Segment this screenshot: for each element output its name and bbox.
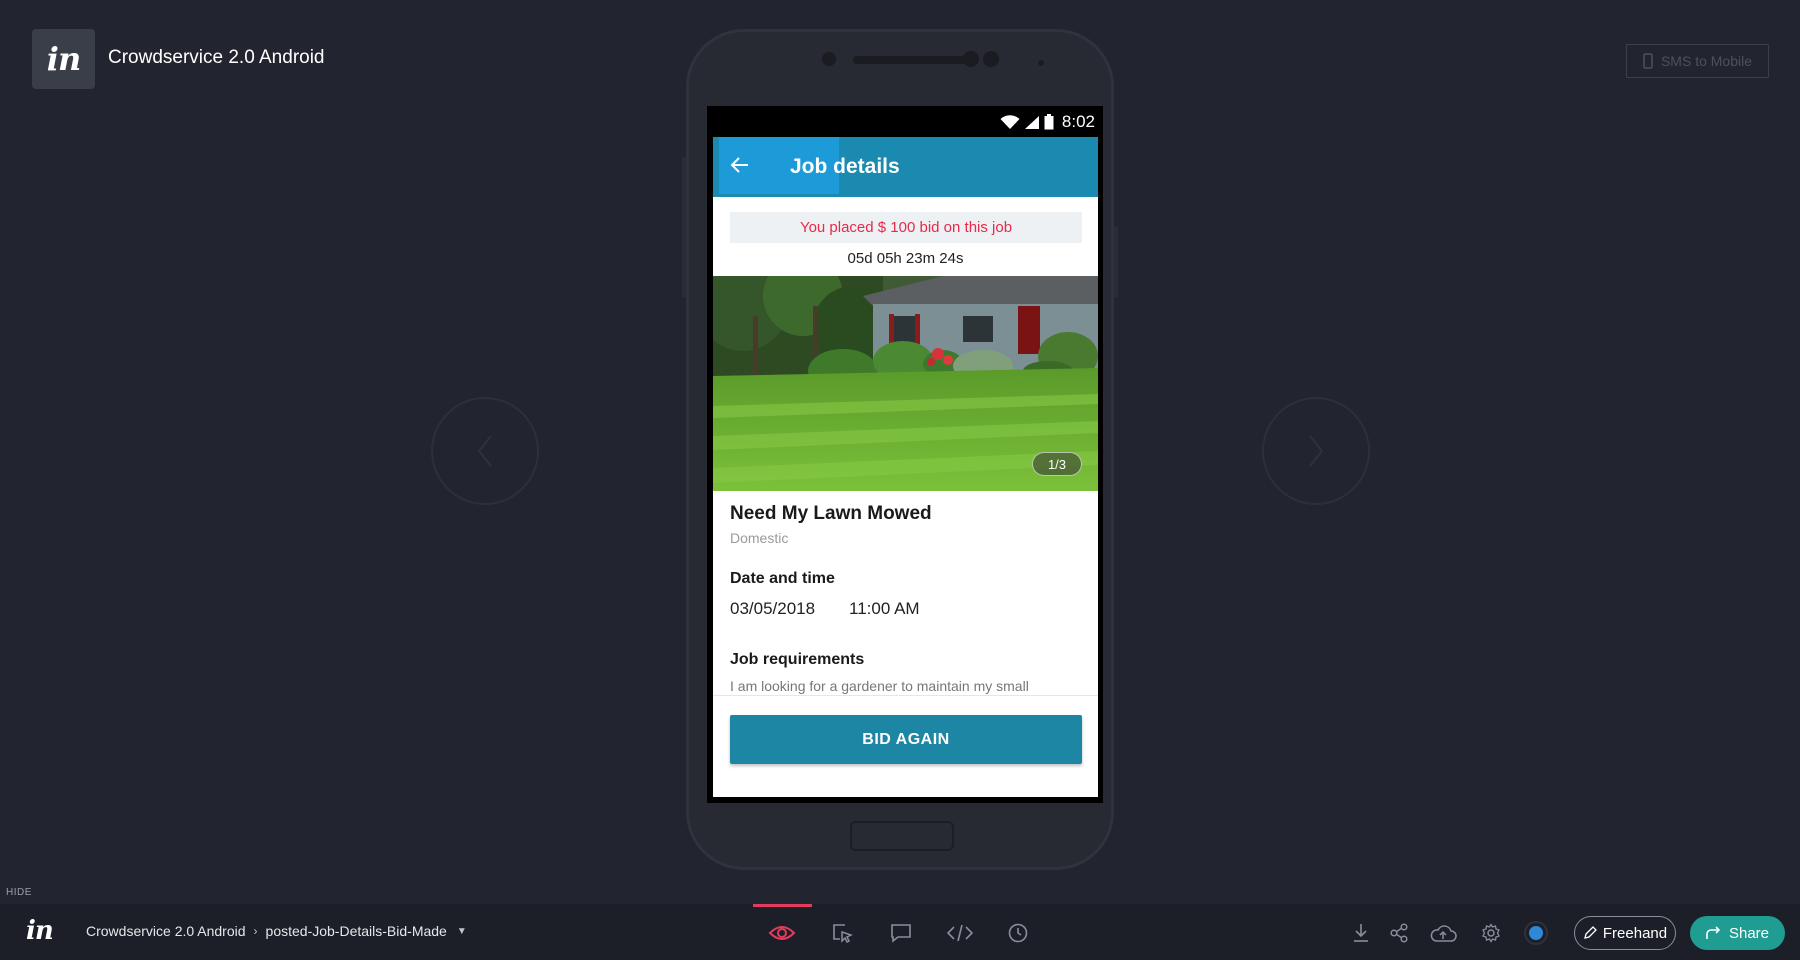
freehand-button[interactable]: Freehand — [1574, 916, 1676, 950]
share-label: Share — [1728, 924, 1770, 942]
home-button — [850, 821, 954, 851]
pen-icon — [1583, 926, 1597, 939]
freehand-label: Freehand — [1602, 924, 1668, 942]
app-content: Job details You placed $ 100 bid on this… — [713, 137, 1098, 797]
breadcrumb-project[interactable]: Crowdservice 2.0 Android — [86, 923, 246, 939]
photo-counter-badge: 1/3 — [1032, 452, 1082, 476]
status-time: 8:02 — [1061, 112, 1095, 131]
chevron-right-icon — [1309, 435, 1324, 467]
phone-led — [1038, 60, 1044, 66]
settings-button[interactable] — [1477, 919, 1505, 947]
phone-frame: 8:02 Job details You placed $ 100 bid on… — [682, 29, 1118, 870]
build-mode-button[interactable] — [828, 919, 856, 947]
share-nodes-icon — [1390, 923, 1408, 943]
phone-side-button — [682, 157, 686, 297]
sms-to-mobile-label: SMS to Mobile — [1660, 53, 1753, 69]
download-icon — [1354, 924, 1368, 942]
phone-sensor — [963, 51, 979, 67]
eye-icon — [768, 926, 796, 940]
comment-icon — [891, 924, 911, 943]
previous-screen-button[interactable] — [431, 397, 539, 505]
active-mode-indicator — [753, 904, 812, 907]
job-time: 11:00 AM — [849, 599, 920, 618]
battery-icon — [1044, 114, 1054, 130]
job-requirements-label: Job requirements — [730, 651, 865, 668]
chevron-left-icon — [477, 435, 492, 467]
job-title: Need My Lawn Mowed — [730, 503, 932, 524]
download-button[interactable] — [1347, 919, 1375, 947]
hide-toolbar-button[interactable]: HIDE — [6, 887, 32, 898]
page-title: Job details — [790, 155, 900, 178]
phone-sensor — [983, 51, 999, 67]
chevron-right-icon: › — [253, 924, 258, 938]
user-avatar[interactable] — [1524, 921, 1548, 945]
code-icon — [947, 924, 973, 942]
breadcrumb: Crowdservice 2.0 Android › posted-Job-De… — [86, 923, 467, 939]
next-screen-button[interactable] — [1262, 397, 1370, 505]
phone-side-button — [1114, 227, 1118, 297]
cursor-box-icon — [833, 924, 853, 944]
app-bar: Job details — [713, 137, 1098, 197]
inspect-mode-button[interactable] — [946, 919, 974, 947]
job-date: 03/05/2018 — [730, 599, 816, 618]
phone-screen: 8:02 Job details You placed $ 100 bid on… — [707, 106, 1103, 803]
phone-speaker — [853, 56, 967, 64]
job-photo-carousel[interactable]: 1/3 — [713, 276, 1098, 491]
cloud-sync-button[interactable] — [1429, 919, 1457, 947]
caret-down-icon[interactable]: ▼ — [457, 926, 467, 937]
comment-mode-button[interactable] — [887, 919, 915, 947]
arrow-left-icon[interactable] — [729, 154, 751, 176]
status-bar: 8:02 — [707, 106, 1103, 138]
bid-placed-banner: You placed $ 100 bid on this job — [730, 212, 1082, 243]
bottom-action-area: BID AGAIN — [713, 695, 1098, 797]
history-mode-button[interactable] — [1004, 919, 1032, 947]
avatar-dot — [1529, 926, 1543, 940]
share-arrow-icon — [1706, 926, 1721, 939]
bottom-toolbar: in Crowdservice 2.0 Android › posted-Job… — [0, 904, 1800, 960]
gear-icon — [1482, 923, 1500, 943]
project-title: Crowdservice 2.0 Android — [108, 47, 325, 68]
date-time-label: Date and time — [730, 570, 835, 587]
invision-logo[interactable]: in — [32, 29, 95, 89]
breadcrumb-screen[interactable]: posted-Job-Details-Bid-Made — [266, 923, 447, 939]
countdown-timer: 05d 05h 23m 24s — [847, 250, 964, 267]
invision-logo[interactable]: in — [26, 916, 54, 946]
logo-text: in — [46, 40, 81, 78]
share-button[interactable]: Share — [1690, 916, 1785, 950]
job-category: Domestic — [730, 530, 789, 546]
wifi-icon — [1000, 114, 1020, 129]
clock-icon — [1008, 923, 1028, 943]
preview-mode-button[interactable] — [768, 919, 796, 947]
front-camera — [822, 52, 836, 66]
sms-to-mobile-button[interactable]: SMS to Mobile — [1626, 44, 1769, 78]
share-link-button[interactable] — [1385, 919, 1413, 947]
mobile-icon — [1643, 53, 1653, 69]
bid-again-button[interactable]: BID AGAIN — [730, 715, 1082, 764]
signal-icon — [1024, 115, 1039, 129]
job-requirements-text: I am looking for a gardener to maintain … — [730, 678, 1029, 694]
cloud-upload-icon — [1430, 925, 1457, 942]
